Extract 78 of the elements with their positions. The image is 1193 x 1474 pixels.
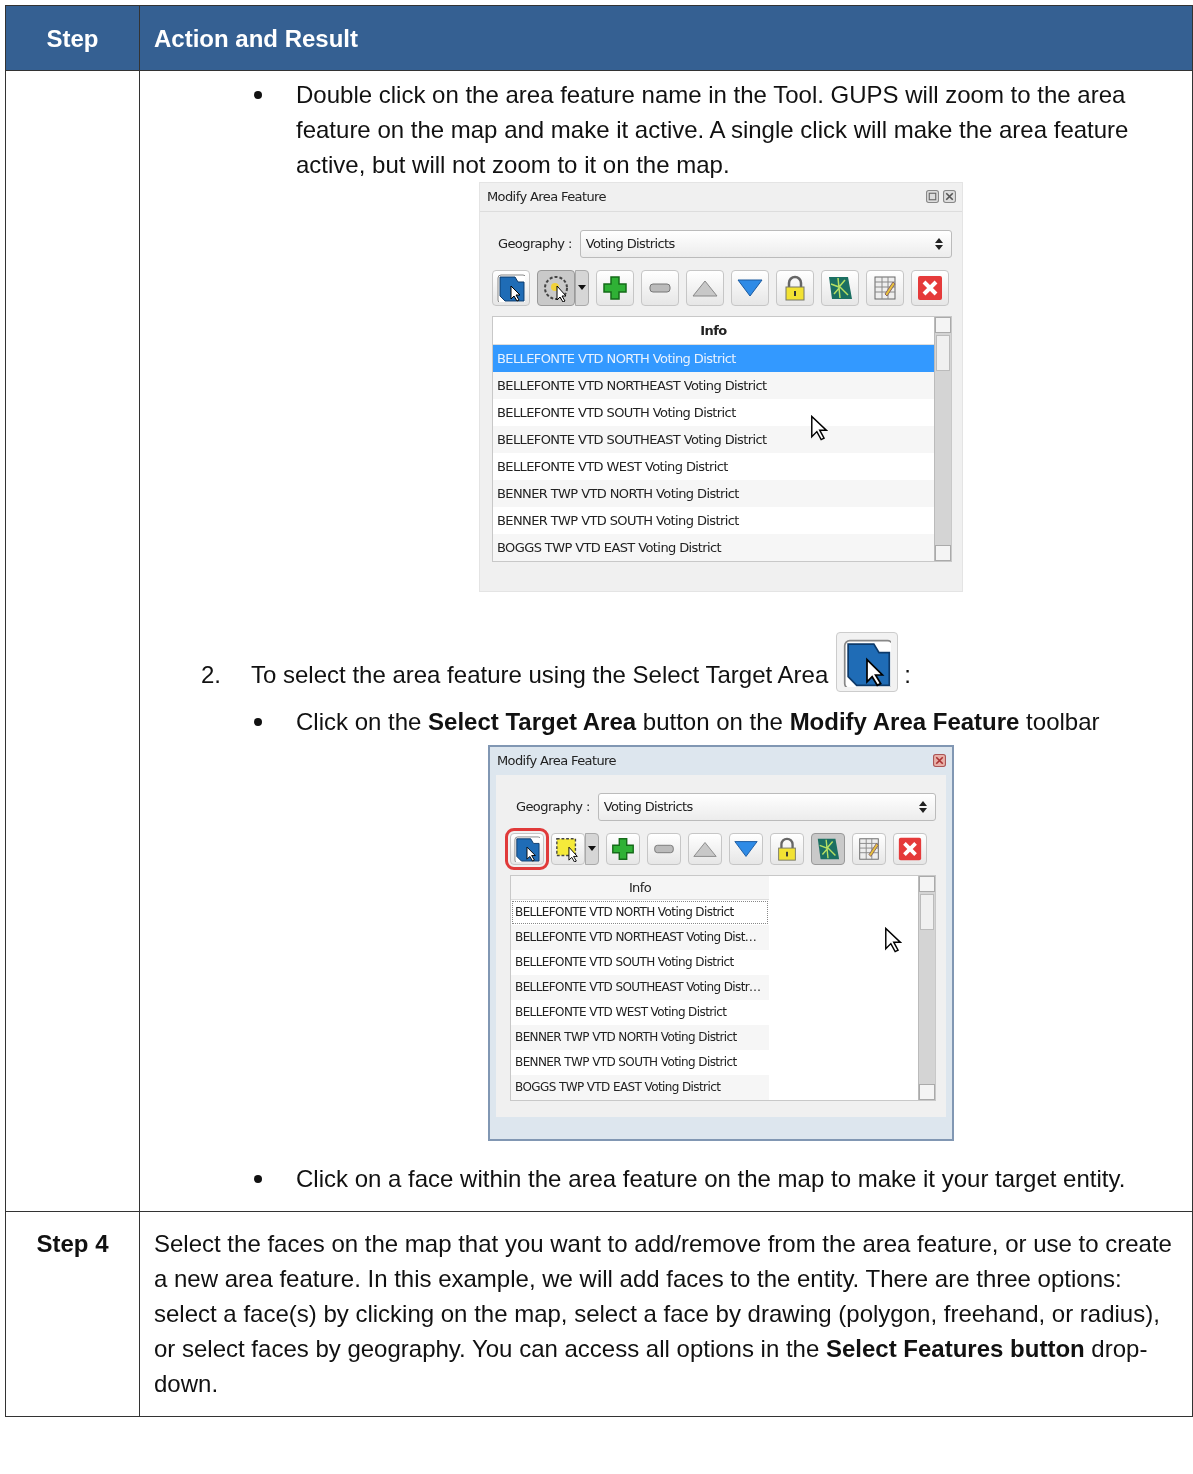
scrollbar[interactable] [918,875,935,1100]
close-icon [897,835,923,862]
geography-label: Geography : [498,235,572,252]
dropdown-button[interactable] [575,269,589,306]
attribute-table-button[interactable] [866,269,904,306]
add-button[interactable] [596,269,634,306]
list-item[interactable]: BELLEFONTE VTD WEST Voting District [493,452,934,480]
add-button[interactable] [606,832,640,865]
scrollbar[interactable] [934,316,951,561]
list-number: 2. [201,660,222,690]
geography-dropdown[interactable]: Voting Districts [597,792,936,821]
lock-button[interactable] [776,269,814,306]
spinner-arrows-icon [919,800,927,813]
plus-icon [601,273,629,302]
dialog-title: Modify Area Feature [497,753,616,769]
rectangle-select-button[interactable] [551,832,585,865]
dialog-title: Modify Area Feature [487,189,606,205]
lock-button[interactable] [770,832,804,865]
remove-button[interactable] [641,269,679,306]
move-down-button[interactable] [729,832,763,865]
list-item[interactable]: BELLEFONTE VTD SOUTHEAST Voting District [493,425,934,453]
geography-dropdown[interactable]: Voting Districts [579,229,952,258]
map-button[interactable] [821,269,859,306]
list-item[interactable]: BELLEFONTE VTD NORTHEAST Voting Dist… [511,924,769,950]
close-icon [943,190,956,204]
list-item[interactable]: BENNER TWP VTD NORTH Voting District [493,479,934,507]
column-header: Action and Result [139,5,1193,71]
list-item[interactable]: BENNER TWP VTD NORTH Voting District [511,1024,769,1050]
select-target-button[interactable] [492,269,530,306]
close-icon [933,754,946,768]
caret-icon [588,846,596,852]
float-icon [926,190,939,204]
delete-button[interactable] [893,832,927,865]
table-edit-icon [871,273,899,302]
step-description: Select the faces on the map that you want to add/remove from the area feature, or use to create a new area feature. In this example, we will add faces to the entity. There are three options: select a face(s) by clicking on the map, select a face by drawing (polygon, freehand, or radius), or select faces by geography. You can access all options in the Select Features button drop-down. [154,1229,1173,1399]
caret-icon [578,285,586,291]
bullet-icon [254,1175,262,1183]
mouse-cursor-icon [884,927,902,953]
punctuation-text: : [904,660,911,690]
bullet-text: Click on a face within the area feature on the map to make it your target entity. [296,1164,1126,1194]
list-item[interactable]: BENNER TWP VTD SOUTH Voting District [511,1049,769,1075]
column-header: Step [5,5,140,71]
column-header[interactable]: Info [511,875,769,900]
bullet-icon [254,718,262,726]
table-edit-icon [856,835,882,862]
plus-icon [610,835,636,862]
list-item[interactable]: BENNER TWP VTD SOUTH Voting District [493,506,934,534]
remove-button[interactable] [647,832,681,865]
close-icon [916,273,944,302]
list-item[interactable]: BOGGS TWP VTD EAST Voting District [511,1074,769,1100]
bullet-text: Double click on the area feature name in the Tool. GUPS will zoom to the area feature on the map and make it active. A single click will make the area feature active, but will not zoom to it on the map. [296,80,1130,180]
attribute-table-button[interactable] [852,832,886,865]
circle-select-icon [542,273,570,302]
list-item[interactable]: BELLEFONTE VTD SOUTH Voting District [511,949,769,975]
column-header[interactable]: Info [493,316,934,345]
mouse-cursor-icon [810,415,828,441]
dropdown-button[interactable] [585,832,599,865]
list-item[interactable]: BELLEFONTE VTD SOUTH Voting District [493,398,934,426]
bullet-text: Click on the Select Target Area button on the Modify Area Feature toolbar [296,707,1100,737]
map-button[interactable] [811,832,845,865]
geography-label: Geography : [516,798,590,815]
step-label: Step 4 [36,1230,109,1257]
rectangle-select-icon [555,835,581,862]
area-cursor-icon [843,639,892,687]
spinner-arrows-icon [935,237,943,250]
list-item[interactable]: BELLEFONTE VTD SOUTHEAST Voting Distr… [511,974,769,1000]
circle-select-button[interactable] [537,269,575,306]
list-item[interactable]: BELLEFONTE VTD WEST Voting District [511,999,769,1025]
area-cursor-icon [514,835,540,862]
list-item[interactable]: BELLEFONTE VTD NORTHEAST Voting District [493,371,934,399]
move-down-button[interactable] [731,269,769,306]
list-item[interactable]: BOGGS TWP VTD EAST Voting District [493,533,934,561]
bullet-icon [254,91,262,99]
step-text: To select the area feature using the Select Target Area [251,660,829,690]
area-cursor-icon [497,273,525,302]
move-up-button[interactable] [688,832,722,865]
list-item[interactable]: BELLEFONTE VTD NORTH Voting District [511,899,769,925]
delete-button[interactable] [911,269,949,306]
